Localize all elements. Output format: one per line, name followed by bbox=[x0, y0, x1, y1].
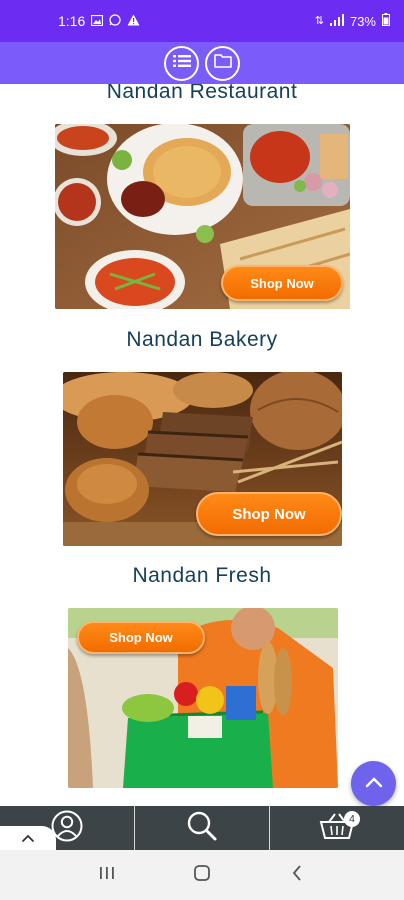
list-button[interactable] bbox=[164, 45, 199, 81]
battery-level: 73% bbox=[349, 13, 376, 29]
restaurant-shop-now-button[interactable]: Shop Now bbox=[221, 265, 343, 301]
data-icon: ⇅ bbox=[314, 14, 324, 27]
content-area: Nandan Restaurant Shop Now Nandan Bakery… bbox=[0, 84, 404, 806]
whatsapp-icon bbox=[109, 13, 121, 29]
recent-apps-icon bbox=[99, 866, 115, 885]
search-button[interactable] bbox=[134, 806, 269, 850]
search-icon bbox=[186, 810, 218, 847]
fresh-shop-now-button[interactable]: Shop Now bbox=[77, 621, 205, 654]
bakery-banner[interactable]: Shop Now bbox=[63, 372, 342, 546]
recent-apps-button[interactable] bbox=[87, 855, 127, 895]
section-title-restaurant: Nandan Restaurant bbox=[106, 84, 298, 103]
bakery-shop-now-button[interactable]: Shop Now bbox=[196, 492, 342, 536]
app-header bbox=[0, 42, 404, 84]
home-icon bbox=[193, 864, 211, 887]
cart-button[interactable]: 4 bbox=[269, 806, 404, 850]
list-icon bbox=[172, 54, 191, 73]
home-button[interactable] bbox=[182, 855, 222, 895]
chevron-up-icon bbox=[21, 830, 35, 848]
back-icon bbox=[291, 864, 303, 887]
chevron-up-icon bbox=[365, 775, 383, 793]
cart-count-badge: 4 bbox=[344, 811, 360, 827]
back-button[interactable] bbox=[277, 855, 317, 895]
section-title-bakery: Nandan Bakery bbox=[126, 328, 278, 351]
signal-icon bbox=[329, 13, 344, 29]
battery-icon bbox=[382, 13, 390, 29]
restaurant-banner[interactable]: Shop Now bbox=[55, 124, 350, 309]
android-nav-bar bbox=[0, 850, 404, 900]
section-title-fresh: Nandan Fresh bbox=[132, 564, 272, 587]
folder-button[interactable] bbox=[205, 45, 240, 81]
collapse-tab-button[interactable] bbox=[0, 826, 56, 852]
bottom-nav-bar: 4 bbox=[0, 806, 404, 850]
gallery-icon bbox=[91, 13, 104, 29]
folder-icon bbox=[213, 53, 232, 73]
scroll-to-top-button[interactable] bbox=[351, 761, 396, 806]
status-time: 1:16 bbox=[58, 13, 86, 29]
status-bar: 1:16 ⇅ 73% bbox=[0, 0, 404, 42]
fresh-banner[interactable]: Shop Now bbox=[68, 608, 338, 788]
warning-icon bbox=[127, 13, 140, 29]
